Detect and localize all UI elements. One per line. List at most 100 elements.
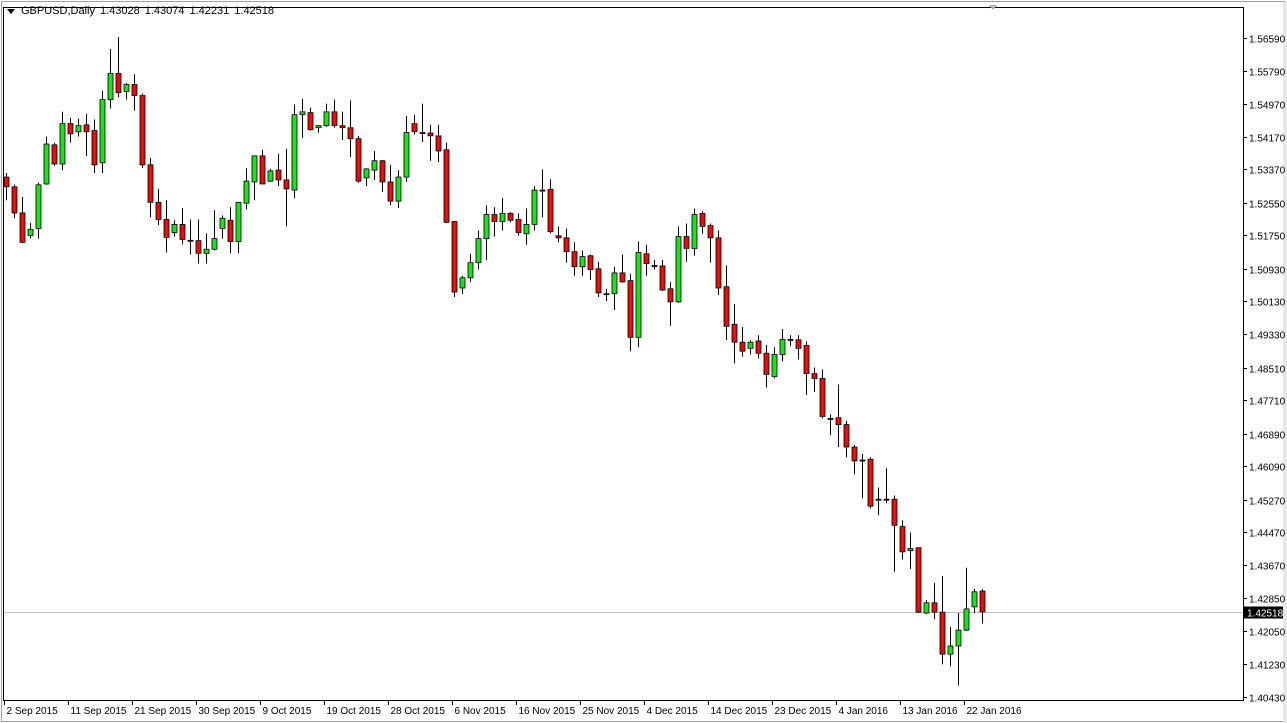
- y-tick-label: 1.46890: [1249, 431, 1286, 442]
- symbol-timeframe: GBPUSD,Daily: [21, 5, 95, 17]
- candle-body-bullish: [76, 126, 81, 132]
- y-tick-label: 1.49330: [1249, 331, 1286, 342]
- candle-body-bearish: [724, 287, 729, 327]
- candle-body-bearish: [148, 165, 153, 203]
- candle-body-bearish: [308, 113, 313, 130]
- candle-body-bullish: [172, 224, 177, 232]
- candle-body-bearish: [132, 84, 137, 95]
- candle-body-bullish: [460, 278, 465, 288]
- candle-body-bullish: [532, 190, 537, 224]
- x-tick-label: 2 Sep 2015: [7, 706, 59, 717]
- candle-body-bullish: [524, 224, 529, 233]
- candle-body-bearish: [556, 236, 561, 238]
- candle-body-bearish: [740, 342, 745, 351]
- candle-body-bearish: [412, 124, 417, 132]
- candle-body-bullish: [396, 177, 401, 201]
- y-tick-label: 1.46090: [1249, 463, 1286, 474]
- candle-body-bullish: [612, 273, 617, 294]
- candle-body-bullish: [244, 181, 249, 203]
- candle-body-bearish: [932, 603, 937, 612]
- ohlc-low: 1.42231: [190, 5, 230, 17]
- candle-body-bearish: [620, 273, 625, 282]
- candle-body-bullish: [748, 342, 753, 348]
- candle-body-bearish: [492, 215, 497, 222]
- y-tick-label: 1.50130: [1249, 298, 1286, 309]
- dropdown-triangle-icon[interactable]: [7, 9, 15, 14]
- candle-body-bearish: [836, 418, 841, 425]
- bid-price-label: 1.42518: [1243, 607, 1284, 620]
- candle-body-bullish: [44, 144, 49, 184]
- candle-body-bullish: [404, 133, 409, 177]
- candle: [716, 230, 721, 294]
- candle-body-bearish: [452, 222, 457, 293]
- y-tick-label: 1.55790: [1249, 68, 1286, 79]
- x-tick-label: 23 Dec 2015: [775, 706, 832, 717]
- candle-body-bearish: [892, 499, 897, 525]
- candle-body-bearish: [116, 73, 121, 92]
- candle-body-bearish: [796, 340, 801, 349]
- plot-area[interactable]: [4, 8, 1244, 701]
- candle-body-bearish: [684, 237, 689, 249]
- candle-body-bearish: [420, 133, 425, 134]
- candle: [868, 457, 873, 508]
- candle-body-bullish: [324, 112, 329, 126]
- candle-body-bullish: [252, 156, 257, 182]
- candlestick-chart[interactable]: 1.565901.557901.549701.541701.533701.525…: [0, 0, 1287, 723]
- x-tick-label: 19 Oct 2015: [327, 706, 382, 717]
- candle-body-bearish: [628, 281, 633, 338]
- x-tick-label: 4 Dec 2015: [647, 706, 699, 717]
- candle-body-bearish: [4, 177, 9, 187]
- candle-body-bullish: [692, 215, 697, 249]
- candle-body-bullish: [268, 171, 273, 181]
- y-tick-label: 1.56590: [1249, 35, 1286, 46]
- y-tick-label: 1.53370: [1249, 166, 1286, 177]
- candle: [916, 548, 921, 613]
- candle-body-bullish: [476, 239, 481, 263]
- candle-body-bearish: [652, 266, 657, 267]
- candle-body-bullish: [36, 185, 41, 229]
- candle-body-bullish: [124, 84, 129, 91]
- ohlc-close: 1.42518: [234, 5, 274, 17]
- candle-body-bearish: [860, 460, 865, 461]
- candle-body-bullish: [212, 239, 217, 250]
- candle-body-bearish: [812, 374, 817, 379]
- candle: [532, 186, 537, 230]
- candle: [100, 91, 105, 173]
- candle-body-bullish: [924, 603, 929, 613]
- candle-body-bearish: [188, 240, 193, 241]
- y-tick-label: 1.52550: [1249, 200, 1286, 211]
- candle-body-bearish: [668, 289, 673, 302]
- candle-body-bearish: [180, 224, 185, 239]
- candle-body-bearish: [660, 266, 665, 290]
- candle-body-bearish: [436, 136, 441, 151]
- x-tick-label: 22 Jan 2016: [967, 706, 1022, 717]
- ohlc-open: 1.43028: [100, 5, 140, 17]
- candle-body-bullish: [316, 126, 321, 128]
- candle-body-bearish: [756, 341, 761, 353]
- x-tick-label: 14 Dec 2015: [711, 706, 768, 717]
- candle-body-bullish: [780, 339, 785, 354]
- candle-body-bullish: [972, 592, 977, 607]
- candle-body-bullish: [908, 549, 913, 551]
- x-tick-label: 13 Jan 2016: [903, 706, 958, 717]
- candle-body-bullish: [372, 161, 377, 170]
- candle-body-bearish: [716, 238, 721, 288]
- x-tick-label: 25 Nov 2015: [583, 706, 640, 717]
- candle-body-bullish: [60, 124, 65, 164]
- y-tick-label: 1.43670: [1249, 562, 1286, 573]
- candle-body-bullish: [100, 100, 105, 163]
- candle: [52, 143, 57, 166]
- candle-body-bearish: [732, 324, 737, 342]
- candle-body-bearish: [916, 548, 921, 612]
- candle-body-bearish: [884, 499, 889, 500]
- candle: [452, 222, 457, 297]
- candle-body-bearish: [588, 256, 593, 270]
- y-tick-label: 1.44470: [1249, 529, 1286, 540]
- candle-body-bearish: [852, 447, 857, 461]
- candle-body-bearish: [332, 112, 337, 126]
- candle-body-bearish: [596, 269, 601, 293]
- candle-body-bullish: [964, 609, 969, 630]
- candle-body-bullish: [236, 202, 241, 241]
- candle-body-bearish: [340, 126, 345, 128]
- candle-body-bullish: [500, 213, 505, 221]
